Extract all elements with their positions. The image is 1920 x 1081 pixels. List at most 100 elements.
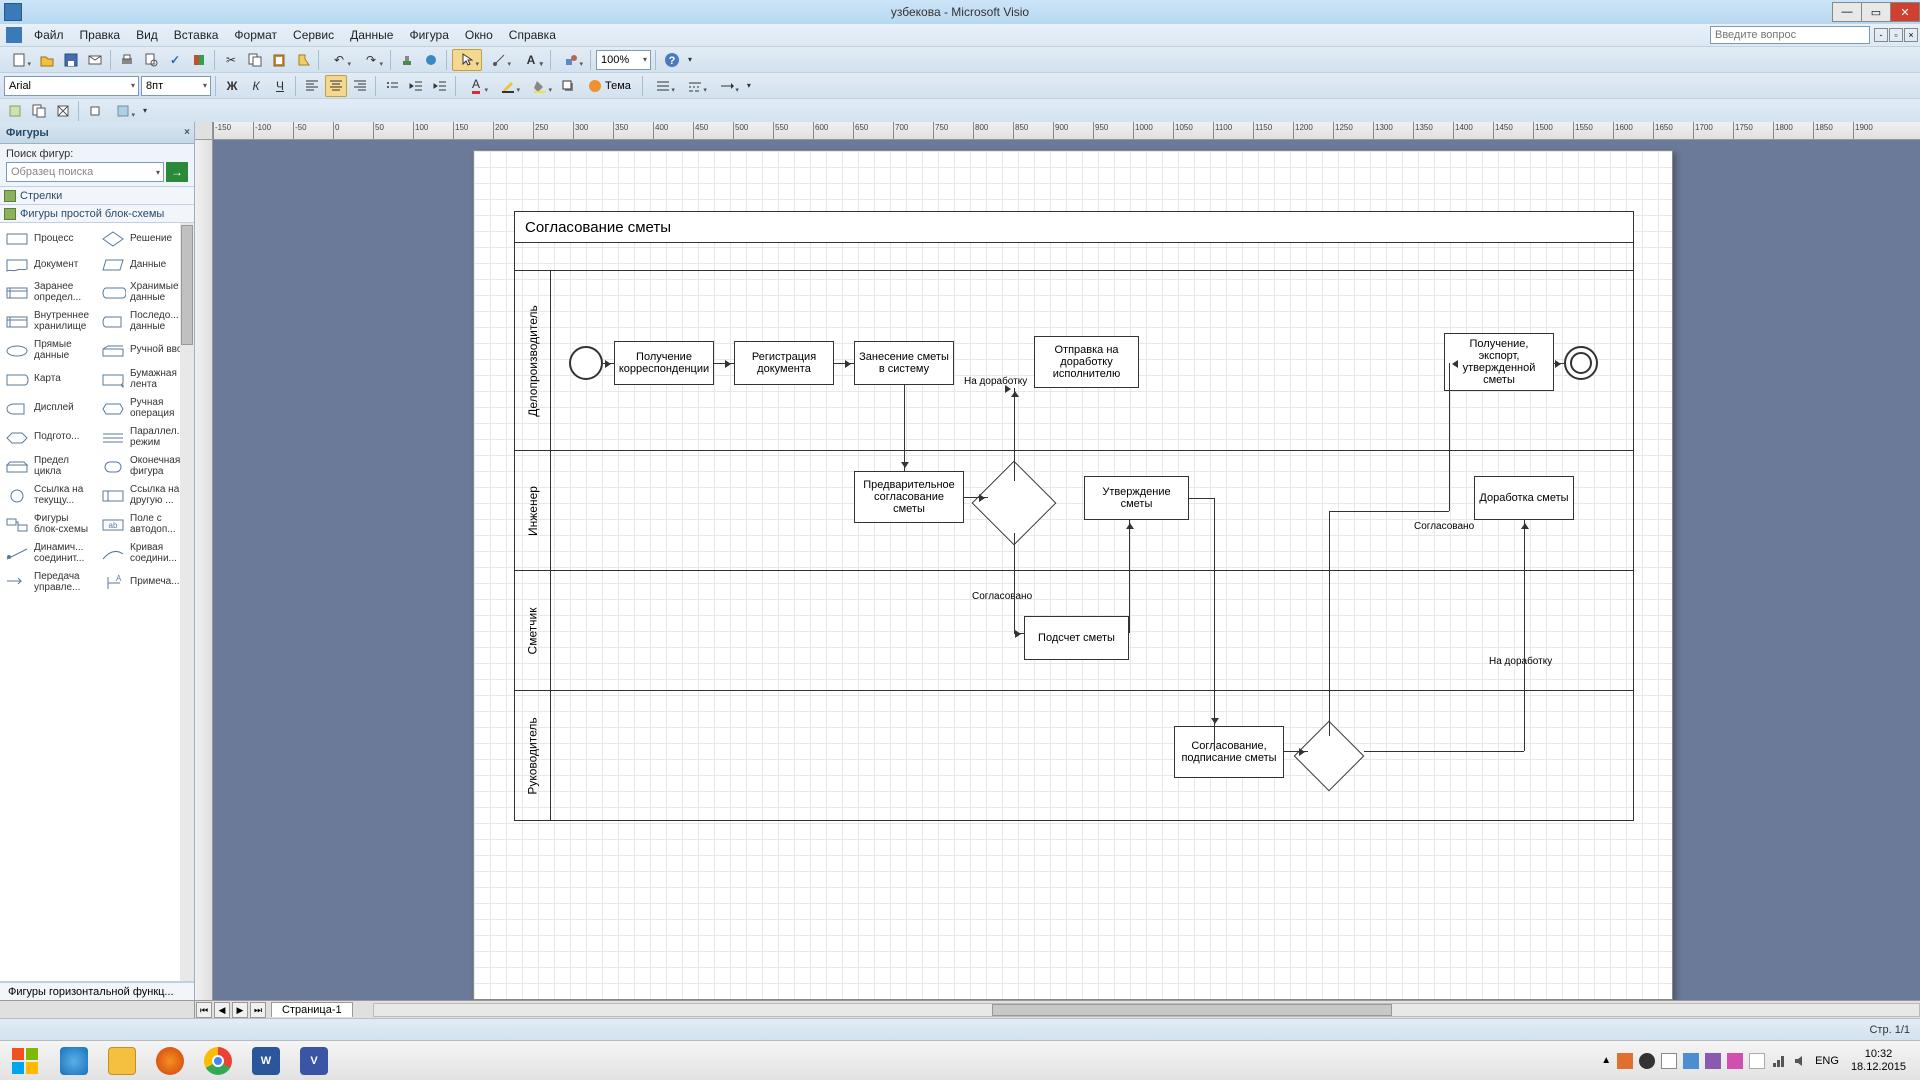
line-pattern-button[interactable]	[680, 75, 710, 97]
taskbar-visio[interactable]: V	[290, 1041, 338, 1081]
doc-close-button[interactable]: ×	[1904, 28, 1918, 42]
shape-master[interactable]: Данные	[98, 253, 192, 277]
italic-button[interactable]: К	[245, 75, 267, 97]
tab-nav-first[interactable]: ⏮	[196, 1002, 212, 1018]
process-preliminary-approval[interactable]: Предварительное согласование сметы	[854, 471, 964, 523]
taskbar-ie[interactable]	[50, 1041, 98, 1081]
diagram-title[interactable]: Согласование сметы	[514, 211, 1634, 243]
shape-master[interactable]: Фигуры блок-схемы	[2, 511, 96, 538]
shape-master[interactable]: Ссылка на другую ...	[98, 482, 192, 509]
undo-button[interactable]: ↶	[324, 49, 354, 71]
help-search-input[interactable]	[1710, 26, 1870, 44]
menu-file[interactable]: Файл	[26, 26, 72, 44]
copy-button[interactable]	[244, 49, 266, 71]
bullets-button[interactable]	[381, 75, 403, 97]
line-weight-button[interactable]	[648, 75, 678, 97]
connector-tool-button[interactable]	[484, 49, 514, 71]
underline-button[interactable]: Ч	[269, 75, 291, 97]
print-button[interactable]	[116, 49, 138, 71]
process-receive-correspondence[interactable]: Получение корреспонденции	[614, 341, 714, 385]
tray-show-hidden-icon[interactable]: ▲	[1601, 1055, 1611, 1066]
tray-icon[interactable]	[1617, 1053, 1633, 1069]
shape-master[interactable]: Параллел... режим	[98, 424, 192, 451]
process-receive-approved[interactable]: Получение, экспорт, утвержденной сметы	[1444, 333, 1554, 391]
stamp-button[interactable]	[396, 49, 418, 71]
shape-master[interactable]: Карта	[2, 366, 96, 393]
control-menu-icon[interactable]	[6, 27, 22, 43]
text-tool-button[interactable]: A	[516, 49, 546, 71]
tray-action-center-icon[interactable]	[1749, 1053, 1765, 1069]
tray-icon[interactable]	[1705, 1053, 1721, 1069]
canvas-viewport[interactable]: Согласование сметы Делопроизводитель Инж…	[213, 140, 1920, 1000]
doc-restore-button[interactable]: ▫	[1889, 28, 1903, 42]
menu-shape[interactable]: Фигура	[401, 26, 456, 44]
stencil-arrows[interactable]: Стрелки	[0, 187, 194, 205]
shapes-search-go-button[interactable]: →	[166, 162, 188, 182]
shape-master[interactable]: Подгото...	[2, 424, 96, 451]
shape-master[interactable]: Решение	[98, 227, 192, 251]
process-calculate-estimate[interactable]: Подсчет сметы	[1024, 616, 1129, 660]
process-sign-estimate[interactable]: Согласование, подписание сметы	[1174, 726, 1284, 778]
shape-master[interactable]: Внутреннее хранилище	[2, 308, 96, 335]
font-name-combo[interactable]: Arial	[4, 76, 139, 96]
font-color-button[interactable]: A	[461, 75, 491, 97]
shape-master[interactable]: Предел цикла	[2, 453, 96, 480]
shape-master[interactable]: Передача управле...	[2, 569, 96, 596]
tray-volume-icon[interactable]	[1793, 1053, 1809, 1069]
tab-nav-last[interactable]: ⏭	[250, 1002, 266, 1018]
menu-edit[interactable]: Правка	[72, 26, 129, 44]
mail-button[interactable]	[84, 49, 106, 71]
menu-data[interactable]: Данные	[342, 26, 401, 44]
stencil-flowchart[interactable]: Фигуры простой блок-схемы	[0, 205, 194, 223]
shape-master[interactable]: Прямые данные	[2, 337, 96, 364]
line-color-button[interactable]	[493, 75, 523, 97]
shape-master[interactable]: Ручной ввод	[98, 337, 192, 364]
open-button[interactable]	[36, 49, 58, 71]
format-toolbar-options-button[interactable]: ▾	[744, 75, 754, 97]
action-btn-3[interactable]	[52, 100, 74, 122]
action-btn-4[interactable]	[84, 100, 106, 122]
taskbar-firefox[interactable]	[146, 1041, 194, 1081]
zoom-combo[interactable]: 100%	[596, 50, 651, 70]
bold-button[interactable]: Ж	[221, 75, 243, 97]
research-button[interactable]	[188, 49, 210, 71]
tray-clock[interactable]: 10:32 18.12.2015	[1845, 1048, 1912, 1072]
tab-nav-next[interactable]: ▶	[232, 1002, 248, 1018]
process-approve-estimate[interactable]: Утверждение сметы	[1084, 476, 1189, 520]
action-btn-5[interactable]	[108, 100, 138, 122]
minimize-button[interactable]: —	[1832, 2, 1862, 22]
shape-master[interactable]: Последо... данные	[98, 308, 192, 335]
menu-insert[interactable]: Вставка	[166, 26, 227, 44]
shapes-scrollbar[interactable]	[180, 223, 194, 981]
tray-icon[interactable]	[1683, 1053, 1699, 1069]
shadow-button[interactable]	[557, 75, 579, 97]
taskbar-explorer[interactable]	[98, 1041, 146, 1081]
decision-1[interactable]	[984, 473, 1044, 533]
fill-color-button[interactable]	[525, 75, 555, 97]
drawing-page[interactable]: Согласование сметы Делопроизводитель Инж…	[473, 150, 1673, 1000]
swimlane-4[interactable]: Руководитель	[514, 691, 1634, 821]
tray-icon[interactable]	[1661, 1053, 1677, 1069]
shapes-button[interactable]	[556, 49, 586, 71]
taskbar-word[interactable]: W	[242, 1041, 290, 1081]
align-right-button[interactable]	[349, 75, 371, 97]
menu-format[interactable]: Формат	[226, 26, 285, 44]
stencil-swimlane[interactable]: Фигуры горизонтальной функц...	[0, 982, 194, 1000]
pointer-tool-button[interactable]	[452, 49, 482, 71]
shape-master[interactable]: Заранее определ...	[2, 279, 96, 306]
shapes-search-input[interactable]: Образец поиска	[6, 162, 164, 182]
end-terminator[interactable]	[1564, 346, 1598, 380]
shape-master[interactable]: Ссылка на текущу...	[2, 482, 96, 509]
maximize-button[interactable]: ▭	[1861, 2, 1891, 22]
start-button[interactable]	[0, 1041, 50, 1081]
action-toolbar-options-button[interactable]: ▾	[140, 100, 150, 122]
menu-view[interactable]: Вид	[128, 26, 166, 44]
paste-button[interactable]	[268, 49, 290, 71]
process-enter-estimate[interactable]: Занесение сметы в систему	[854, 341, 954, 385]
format-painter-button[interactable]	[292, 49, 314, 71]
hyperlink-button[interactable]	[420, 49, 442, 71]
menu-tools[interactable]: Сервис	[285, 26, 342, 44]
menu-help[interactable]: Справка	[501, 26, 564, 44]
tray-network-icon[interactable]	[1771, 1053, 1787, 1069]
shape-master[interactable]: Документ	[2, 253, 96, 277]
